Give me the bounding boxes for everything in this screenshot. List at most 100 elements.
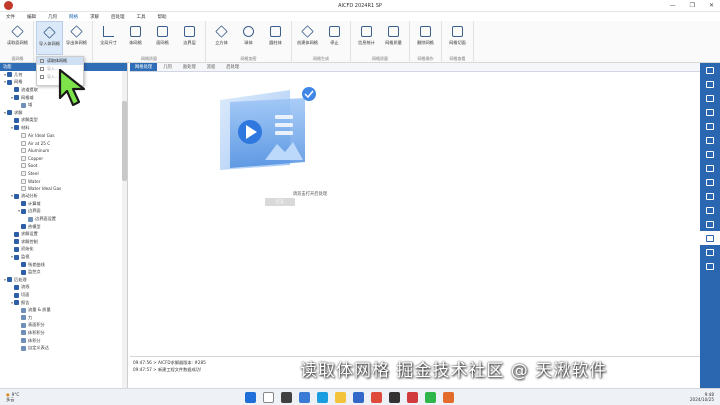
aicfd-icon[interactable] xyxy=(407,392,418,403)
tree-item[interactable]: ▾ 边界面 xyxy=(0,208,127,216)
tree-item[interactable]: 力 xyxy=(0,314,127,322)
tree-item[interactable]: 残差曲线 xyxy=(0,261,127,269)
toolbar-button[interactable] xyxy=(700,161,720,175)
minimize-button[interactable]: — xyxy=(670,2,676,9)
wechat-icon[interactable] xyxy=(425,392,436,403)
menu-item[interactable]: 网格 xyxy=(69,14,78,20)
ribbon-button[interactable]: 体网格 xyxy=(122,21,149,55)
tree-item[interactable]: 监控点 xyxy=(0,268,127,276)
toolbar-button[interactable] xyxy=(700,63,720,77)
ribbon-button[interactable]: 立方体 xyxy=(208,21,235,55)
file-explorer-icon[interactable] xyxy=(335,392,346,403)
tree-item[interactable]: ▾ 监视 xyxy=(0,253,127,261)
menu-item[interactable]: 后处理 xyxy=(111,14,125,20)
tree-item[interactable]: 边界面设置 xyxy=(0,215,127,223)
tree-item[interactable]: 求解类型 xyxy=(0,117,127,125)
tree-item[interactable]: 流线 xyxy=(0,284,127,292)
toolbar-button[interactable] xyxy=(700,175,720,189)
toolbar-button[interactable] xyxy=(700,91,720,105)
toolbar-button[interactable] xyxy=(700,245,720,259)
tree-item[interactable]: ▾ 后处理 xyxy=(0,276,127,284)
widgets-icon[interactable] xyxy=(299,392,310,403)
tree-item[interactable]: 体积分 xyxy=(0,337,127,345)
folder-icon xyxy=(7,277,12,283)
video-app-icon[interactable] xyxy=(443,392,454,403)
tree-item[interactable]: Aluminum xyxy=(0,147,127,155)
ribbon-button[interactable]: 信息统计 xyxy=(353,21,380,55)
weather-widget[interactable]: ● 9°C 多云 xyxy=(6,392,19,402)
windows-start-icon[interactable] xyxy=(245,392,256,403)
ribbon-button[interactable]: 网格质量 xyxy=(380,21,407,55)
tree-item[interactable]: Air at 25 C xyxy=(0,139,127,147)
tree-item[interactable]: Water Ideal Gas xyxy=(0,185,127,193)
tree-item[interactable]: 热模型 xyxy=(0,223,127,231)
search-icon[interactable] xyxy=(263,392,274,403)
tree-item[interactable]: 求解设置 xyxy=(0,230,127,238)
tree-item[interactable]: 流量 & 质量 xyxy=(0,306,127,314)
ribbon-button[interactable]: 导入体网格 xyxy=(36,21,63,55)
maximize-button[interactable]: ❐ xyxy=(690,2,695,9)
toolbar-button[interactable] xyxy=(700,77,720,91)
ribbon-button[interactable]: 删除网格 xyxy=(412,21,439,55)
tree-item[interactable]: 求解控制 xyxy=(0,238,127,246)
close-button[interactable]: ✕ xyxy=(709,2,714,9)
ribbon-button[interactable]: 导出体网格 xyxy=(63,21,90,55)
tree-item[interactable]: ▾ 材料 xyxy=(0,124,127,132)
tree-item[interactable]: ▾ 求解 xyxy=(0,109,127,117)
ribbon-button[interactable]: 创建体网格 xyxy=(294,21,321,55)
edge-icon[interactable] xyxy=(317,392,328,403)
toolbar-button[interactable] xyxy=(700,231,720,245)
menu-item[interactable]: 工具 xyxy=(137,14,146,20)
system-clock[interactable]: 9:48 2024/10/25 xyxy=(690,392,714,402)
tree-item[interactable]: 初始化 xyxy=(0,246,127,254)
open-button[interactable]: 打开 xyxy=(265,198,295,206)
ribbon-button[interactable]: 全局尺寸 xyxy=(95,21,122,55)
ribbon-button[interactable]: 读取面网格 xyxy=(4,21,31,55)
toolbar-button[interactable] xyxy=(700,119,720,133)
store-icon[interactable] xyxy=(353,392,364,403)
tree-item[interactable]: ▾ 报告 xyxy=(0,299,127,307)
dropdown-item[interactable]: 读取体网格 xyxy=(37,57,83,65)
terminal-icon[interactable] xyxy=(389,392,400,403)
ribbon-button-label: 边界层 xyxy=(183,40,196,45)
dropdown-item-label: 读取体网格 xyxy=(47,58,67,63)
tree-item[interactable]: Air Ideal Gas xyxy=(0,132,127,140)
menu-item[interactable]: 文件 xyxy=(6,14,15,20)
toolbar-button[interactable] xyxy=(700,147,720,161)
tree-item[interactable]: Soot xyxy=(0,162,127,170)
tree-item[interactable]: Water xyxy=(0,177,127,185)
view-tab[interactable]: 几何 xyxy=(158,63,177,71)
view-tab[interactable]: 后处理 xyxy=(221,63,244,71)
toolbar-button[interactable] xyxy=(700,217,720,231)
tree-item[interactable]: 表面积分 xyxy=(0,322,127,330)
ribbon-button[interactable]: 边界层 xyxy=(176,21,203,55)
tree-item[interactable]: ▾ 流动分析 xyxy=(0,193,127,201)
tree-item[interactable]: 计算域 xyxy=(0,200,127,208)
view-tab[interactable]: 流程 xyxy=(202,63,221,71)
chrome-icon[interactable] xyxy=(371,392,382,403)
scrollbar-thumb[interactable] xyxy=(122,101,127,181)
tree-item[interactable]: Copper xyxy=(0,155,127,163)
task-view-icon[interactable] xyxy=(281,392,292,403)
menu-item[interactable]: 帮助 xyxy=(158,14,167,20)
tree-item[interactable]: Steel xyxy=(0,170,127,178)
ribbon-button[interactable]: 球体 xyxy=(235,21,262,55)
ribbon-button[interactable]: 圆柱体 xyxy=(262,21,289,55)
ribbon-button[interactable]: 网格切面 xyxy=(444,21,471,55)
menu-item[interactable]: 编辑 xyxy=(27,14,36,20)
tree-item[interactable]: 切面 xyxy=(0,291,127,299)
toolbar-button[interactable] xyxy=(700,133,720,147)
toolbar-button[interactable] xyxy=(700,189,720,203)
ribbon-button[interactable]: 面网格 xyxy=(149,21,176,55)
tree-item[interactable]: 自定义表达 xyxy=(0,344,127,352)
toolbar-button[interactable] xyxy=(700,203,720,217)
menu-item[interactable]: 求解 xyxy=(90,14,99,20)
view-tab[interactable]: 网格处理 xyxy=(130,63,158,71)
toolbar-button[interactable] xyxy=(700,105,720,119)
toolbar-button[interactable] xyxy=(700,259,720,273)
ribbon-button[interactable]: 停止 xyxy=(321,21,348,55)
menu-item[interactable]: 几何 xyxy=(48,14,57,20)
view-tab[interactable]: 面处理 xyxy=(178,63,201,71)
tree-item[interactable]: 体积积分 xyxy=(0,329,127,337)
tree-scrollbar[interactable] xyxy=(122,71,127,388)
